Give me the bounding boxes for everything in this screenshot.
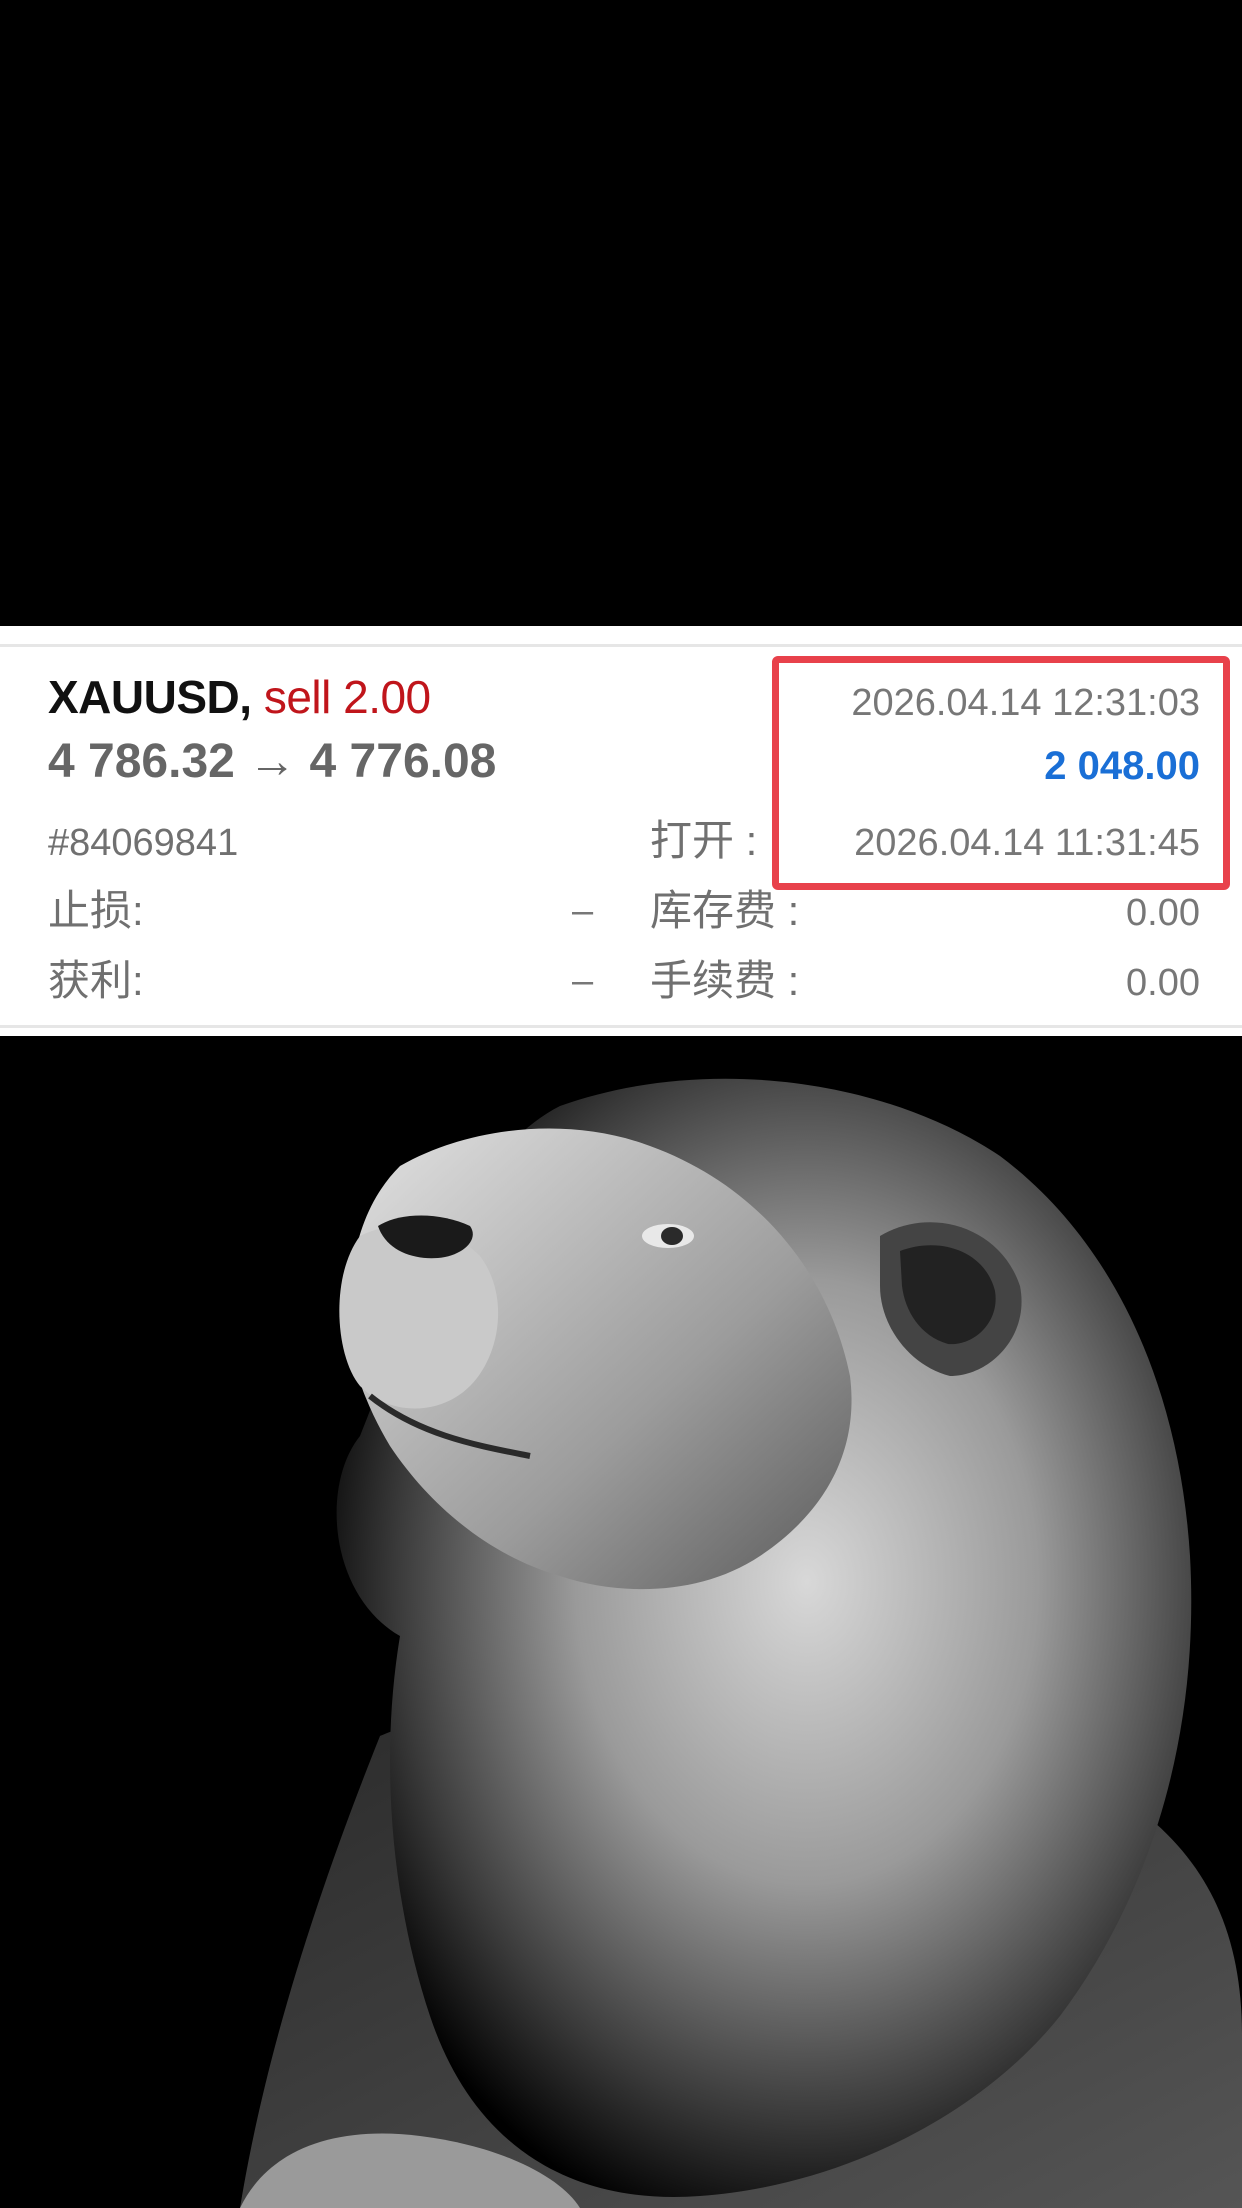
stop-loss-value: – — [572, 890, 594, 932]
stop-loss-label: 止损: — [48, 887, 144, 934]
swap-value: 0.00 — [1126, 892, 1200, 934]
trade-position-card[interactable]: XAUUSD, sell 2.00 4 786.32 → 4 776.08 20… — [0, 626, 1242, 1036]
top-black-area — [0, 0, 1242, 626]
commission-value: 0.00 — [1126, 962, 1200, 1004]
symbol-label: XAUUSD, — [48, 671, 252, 723]
take-profit-value: – — [572, 960, 594, 1002]
lion-photo — [0, 1036, 1242, 2208]
lion-illustration — [0, 1036, 1242, 2208]
trade-header: XAUUSD, sell 2.00 — [48, 674, 431, 720]
take-profit-label: 获利: — [48, 957, 144, 1004]
trade-side-label: sell 2.00 — [263, 671, 431, 723]
swap-label: 库存费 : — [650, 887, 800, 934]
highlight-box — [772, 656, 1230, 890]
price-change: 4 786.32 → 4 776.08 — [48, 735, 497, 788]
ticket-number: #84069841 — [48, 822, 239, 864]
commission-label: 手续费 : — [650, 957, 800, 1004]
open-label: 打开 : — [650, 817, 758, 864]
